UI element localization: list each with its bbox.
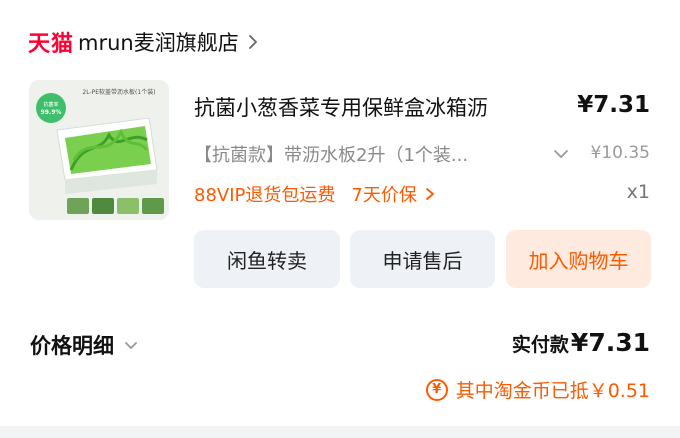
store-name[interactable]: mrun麦润旗舰店	[78, 27, 239, 57]
promo-price-protection: 7天价保	[351, 185, 417, 206]
resell-button[interactable]: 闲鱼转卖	[194, 230, 340, 288]
actual-pay-label: 实付款	[511, 334, 569, 356]
store-link[interactable]: 天猫 mrun麦润旗舰店	[28, 24, 261, 60]
sku-text: 【抗菌款】带沥水板2升（1个装...	[194, 145, 469, 166]
product-price: ¥7.31	[577, 92, 650, 118]
add-to-cart-button[interactable]: 加入购物车	[506, 230, 651, 288]
quantity: x1	[626, 181, 650, 203]
price-detail-label: 价格明细	[30, 334, 114, 358]
thumbnail-badge-line2: 99.9%	[41, 109, 62, 116]
chevron-right-icon	[245, 34, 261, 50]
promo-row[interactable]: 88VIP退货包运费 7天价保	[194, 181, 437, 207]
section-divider	[0, 426, 680, 438]
actual-pay-value: ¥7.31	[570, 328, 650, 357]
coin-deduction: ¥ 其中淘金币已抵￥0.51	[425, 376, 650, 403]
actual-payment: 实付款 ¥7.31	[512, 328, 650, 357]
sku-selector[interactable]: 【抗菌款】带沥水板2升（1个装...	[194, 141, 572, 167]
product-title[interactable]: 抗菌小葱香菜专用保鲜盒冰箱沥	[194, 92, 564, 122]
order-item-page: 天猫 mrun麦润旗舰店 2L-PE软盖带沥水板(1个装) 抗菌率 99.9% …	[0, 0, 680, 438]
chevron-down-icon	[122, 336, 140, 354]
product-thumbnail[interactable]: 2L-PE软盖带沥水板(1个装) 抗菌率 99.9%	[29, 80, 169, 220]
thumbnail-badge-line1: 抗菌率	[43, 101, 58, 108]
original-price: ¥10.35	[590, 143, 650, 163]
tmall-logo: 天猫	[28, 32, 75, 57]
after-sale-button[interactable]: 申请售后	[350, 230, 495, 288]
coin-icon: ¥	[425, 378, 448, 401]
thumbnail-label: 2L-PE软盖带沥水板(1个装)	[82, 88, 155, 96]
price-detail-toggle[interactable]: 价格明细	[30, 330, 140, 360]
coin-deduction-text: 其中淘金币已抵￥0.51	[455, 380, 650, 402]
promo-vip-return-shipping: 88VIP退货包运费	[194, 185, 336, 206]
chevron-right-icon	[423, 187, 437, 201]
chevron-down-icon	[550, 143, 572, 165]
